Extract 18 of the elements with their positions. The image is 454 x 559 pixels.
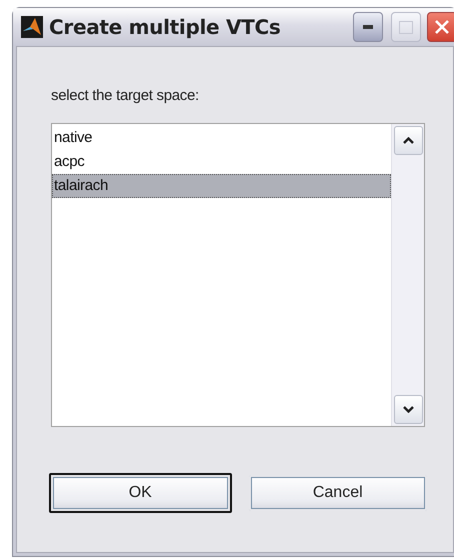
minimize-icon [363,25,373,29]
maximize-icon [399,20,413,34]
scrollbar[interactable] [391,124,424,426]
ok-button[interactable]: OK [49,473,232,513]
caret-down-icon [403,406,414,413]
scroll-down-button[interactable] [394,395,423,424]
cancel-button[interactable]: Cancel [246,473,429,513]
list-item[interactable]: talairach [52,174,391,198]
window-title: Create multiple VTCs [49,15,282,39]
scroll-up-button[interactable] [394,126,423,155]
minimize-button[interactable] [353,12,383,42]
list-item[interactable]: acpc [52,150,391,174]
caret-up-icon [403,137,414,144]
close-button[interactable] [427,12,454,42]
app-logo-icon [21,16,43,38]
list-item[interactable]: native [52,126,391,150]
prompt-label: select the target space: [51,87,200,106]
close-icon [434,19,450,35]
